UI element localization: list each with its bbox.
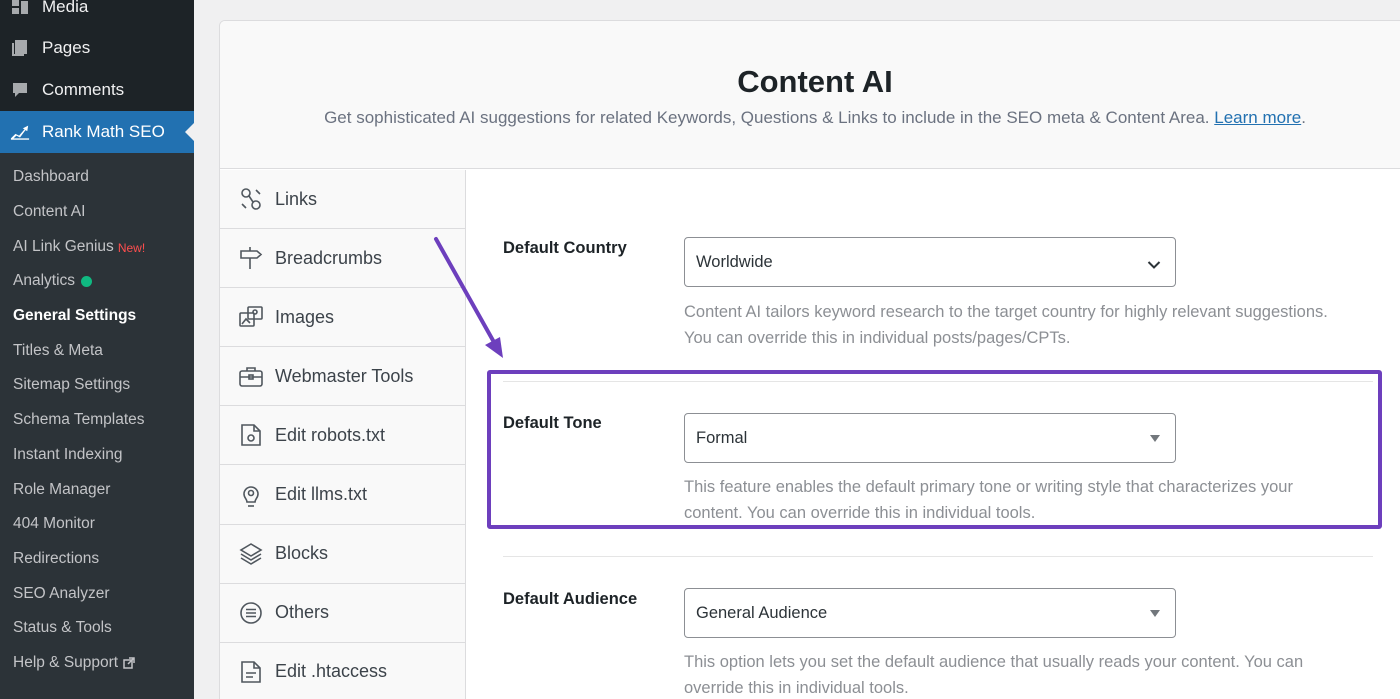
submenu-label: Help & Support	[13, 653, 119, 671]
status-dot	[81, 275, 93, 287]
panel-header: Content AI Get sophisticated AI suggesti…	[220, 21, 1400, 169]
menu-item-media[interactable]: Media	[0, 0, 194, 28]
page-description: Get sophisticated AI suggestions for rel…	[220, 108, 1400, 128]
submenu-label: General Settings	[13, 307, 137, 325]
learn-more-link[interactable]: Learn more	[1214, 108, 1301, 127]
rank-math-icon	[10, 122, 30, 142]
submenu-dashboard[interactable]: Dashboard	[0, 160, 194, 195]
default-audience-select[interactable]: General Audience	[684, 588, 1176, 638]
setting-description: This option lets you set the default aud…	[684, 653, 1304, 697]
submenu-ai-link-genius[interactable]: AI Link Genius New!	[0, 229, 194, 264]
caret-down-icon	[1150, 610, 1160, 617]
submenu-seo-analyzer[interactable]: SEO Analyzer	[0, 576, 194, 611]
links-icon	[238, 186, 264, 212]
llms-icon	[238, 482, 264, 508]
rank-math-submenu: Dashboard Content AI AI Link Genius New! …	[0, 153, 194, 699]
tab-others[interactable]: Others	[220, 584, 465, 643]
tab-label: Edit robots.txt	[275, 424, 386, 445]
setting-label: Default Audience	[503, 590, 638, 608]
submenu-help-support[interactable]: Help & Support	[0, 646, 194, 681]
chevron-down-icon	[1147, 256, 1161, 275]
submenu-sitemap-settings[interactable]: Sitemap Settings	[0, 368, 194, 403]
media-icon	[10, 0, 30, 17]
submenu-label: Status & Tools	[13, 619, 112, 637]
submenu-label: AI Link Genius	[13, 237, 114, 255]
tab-label: Webmaster Tools	[275, 365, 414, 386]
submenu-analytics[interactable]: Analytics	[0, 264, 194, 299]
submenu-label: Content AI	[13, 203, 86, 221]
submenu-general-settings[interactable]: General Settings	[0, 299, 194, 334]
tab-edit-robots[interactable]: Edit robots.txt	[220, 406, 465, 466]
default-country-select[interactable]: Worldwide	[684, 237, 1176, 287]
menu-item-label: Rank Math SEO	[42, 122, 165, 141]
tab-blocks[interactable]: Blocks	[220, 525, 465, 584]
setting-description: Content AI tailors keyword research to t…	[684, 303, 1328, 347]
divider	[503, 556, 1373, 557]
select-value: Worldwide	[696, 252, 773, 271]
annotation-arrow-icon	[434, 237, 503, 358]
active-pointer	[185, 123, 194, 141]
menu-item-label: Media	[42, 0, 89, 16]
tab-edit-htaccess[interactable]: Edit .htaccess	[220, 643, 465, 699]
settings-panel: Content AI Get sophisticated AI suggesti…	[219, 20, 1400, 699]
tab-edit-llms[interactable]: Edit llms.txt	[220, 465, 465, 525]
admin-sidebar: Media Pages Comments Rank Math SEO Dashb…	[0, 0, 194, 699]
annotation-highlight-box	[487, 370, 1382, 529]
submenu-label: Schema Templates	[13, 411, 145, 429]
setting-label: Default Country	[503, 239, 627, 257]
tab-label: Links	[275, 188, 318, 209]
tab-label: Others	[275, 602, 330, 623]
submenu-label: Dashboard	[13, 168, 89, 186]
tab-links[interactable]: Links	[220, 170, 465, 230]
submenu-instant-indexing[interactable]: Instant Indexing	[0, 438, 194, 473]
tab-label: Images	[275, 306, 335, 327]
signpost-icon	[238, 245, 264, 271]
tab-label: Breadcrumbs	[275, 247, 383, 268]
submenu-label: Analytics	[13, 272, 76, 290]
new-badge: New!	[117, 240, 146, 255]
submenu-status-tools[interactable]: Status & Tools	[0, 611, 194, 646]
menu-item-comments[interactable]: Comments	[0, 69, 194, 111]
submenu-schema-templates[interactable]: Schema Templates	[0, 403, 194, 438]
menu-item-label: Comments	[42, 80, 125, 99]
htaccess-file-icon	[238, 659, 264, 685]
comments-icon	[10, 80, 30, 100]
submenu-redirections[interactable]: Redirections	[0, 542, 194, 577]
submenu-404-monitor[interactable]: 404 Monitor	[0, 507, 194, 542]
menu-item-rank-math-seo[interactable]: Rank Math SEO	[0, 111, 194, 153]
submenu-label: 404 Monitor	[13, 515, 95, 533]
blocks-icon	[238, 541, 264, 567]
submenu-label: Redirections	[13, 549, 100, 567]
submenu-label: Role Manager	[13, 480, 111, 498]
submenu-content-ai[interactable]: Content AI	[0, 195, 194, 230]
images-icon	[238, 304, 264, 330]
tab-label: Blocks	[275, 543, 329, 564]
submenu-label: Sitemap Settings	[13, 376, 131, 394]
submenu-label: Titles & Meta	[13, 341, 103, 359]
external-link-icon	[123, 657, 135, 669]
tab-label: Edit .htaccess	[275, 661, 388, 682]
submenu-role-manager[interactable]: Role Manager	[0, 472, 194, 507]
menu-item-pages[interactable]: Pages	[0, 27, 194, 69]
pages-icon	[10, 38, 30, 58]
submenu-titles-meta[interactable]: Titles & Meta	[0, 333, 194, 368]
robots-file-icon	[238, 422, 264, 448]
others-icon	[238, 600, 264, 626]
description-period: .	[1301, 108, 1306, 127]
page-title: Content AI	[737, 64, 893, 99]
briefcase-icon	[238, 363, 264, 389]
submenu-label: SEO Analyzer	[13, 584, 110, 602]
menu-item-label: Pages	[42, 38, 91, 57]
select-value: General Audience	[696, 603, 828, 622]
submenu-label: Instant Indexing	[13, 445, 123, 463]
tab-label: Edit llms.txt	[275, 484, 368, 505]
description-text: Get sophisticated AI suggestions for rel…	[324, 108, 1210, 127]
